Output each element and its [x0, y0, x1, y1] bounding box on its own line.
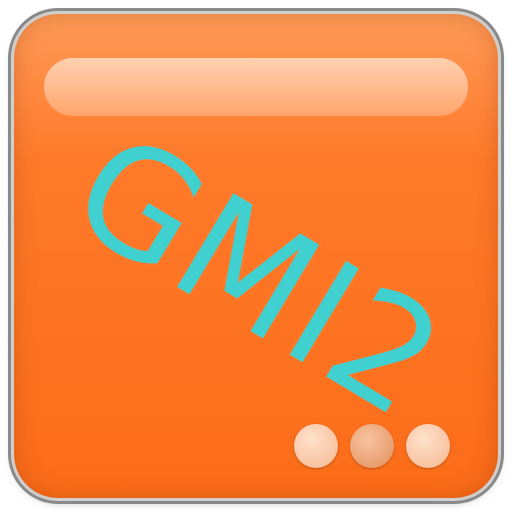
dot-icon [406, 424, 450, 468]
dots-indicator [294, 424, 450, 468]
dot-icon [294, 424, 338, 468]
dot-icon [350, 424, 394, 468]
icon-stage: GMI2 [0, 0, 512, 512]
gloss-highlight [44, 58, 468, 116]
app-icon[interactable]: GMI2 [14, 14, 498, 498]
